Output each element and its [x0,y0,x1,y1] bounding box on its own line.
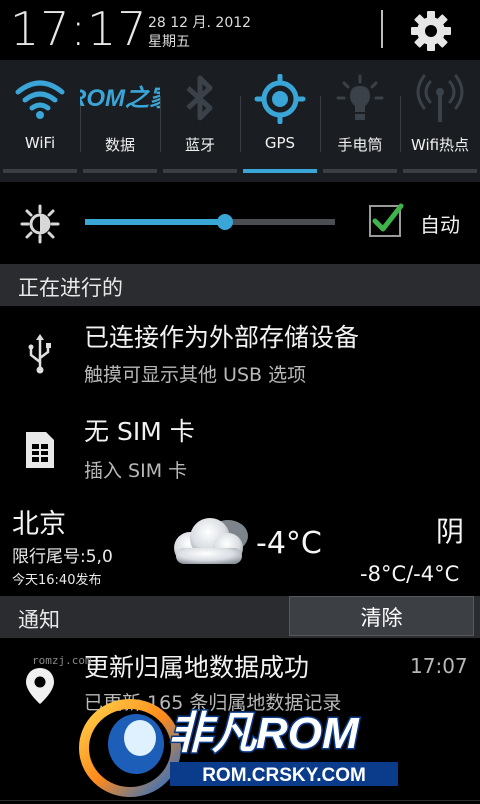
section-title: 通知 [18,608,60,632]
rom-logo-text: ROM之家 [80,85,160,112]
toggle-label: GPS [264,134,296,152]
toggle-gps[interactable]: GPS [240,60,320,182]
watermark-logo: 非凡ROM ROM.CRSKY.COM [78,692,408,800]
ongoing-section-header: 正在进行的 [0,264,480,306]
notifications-section-header: 通知 清除 [0,596,480,638]
brightness-icon [20,204,60,244]
weekday-text: 星期五 [148,34,190,50]
auto-brightness-label: 自动 [420,213,460,237]
toggle-wifi-hotspot[interactable]: Wifi热点 [400,60,480,182]
toggle-indicator-off [403,169,477,173]
weather-city: 北京 [12,509,66,540]
brightness-slider-fill [85,219,225,225]
weather-temp-range: -8°C/-4°C [360,562,460,586]
auto-brightness-checkbox[interactable] [368,202,404,238]
notification-title: 更新归属地数据成功 [84,653,310,682]
toggle-flashlight[interactable]: 手电筒 [320,60,400,182]
toggle-data[interactable]: ROM之家 数据 [69,60,177,182]
logo-url-text: ROM.CRSKY.COM [202,765,366,786]
flashlight-icon [320,74,400,124]
quick-toggles-panel: WiFi ROM之家 数据 蓝牙 [0,60,480,182]
toggle-label: 数据 [104,136,135,154]
sim-card-icon [18,428,62,472]
notification-subtitle: 触摸可显示其他 USB 选项 [84,364,307,386]
notification-time: 17:07 [410,654,468,678]
notification-usb[interactable]: 已连接作为外部存储设备 触摸可显示其他 USB 选项 [0,306,480,403]
toggle-bluetooth[interactable]: 蓝牙 [160,60,240,182]
weather-condition: 阴 [436,515,465,548]
toggle-indicator-on [3,169,77,173]
cloud-icon [166,506,256,578]
toggle-label: Wifi热点 [410,136,470,154]
brightness-slider-thumb[interactable] [217,214,233,230]
watermark-text: romzj.com [32,654,92,667]
weather-traffic-limit: 限行尾号:5,0 [12,547,113,567]
weather-temperature: -4°C [256,526,322,561]
toggle-indicator-on [243,169,317,173]
brightness-row: 自动 [0,182,480,264]
rom-logo-icon: ROM之家 [69,74,177,124]
date-text: 28 12 月. 2012 [148,15,252,31]
toggle-indicator-off [323,169,397,173]
clock: 17:17 [10,2,148,56]
header-divider [381,10,383,48]
gps-icon [240,73,320,125]
bluetooth-icon [160,74,240,124]
toggle-indicator-off [163,169,237,173]
location-pin-icon [18,664,62,708]
logo-main-text: 非凡ROM [168,709,360,758]
toggle-label: 蓝牙 [184,136,215,154]
wifi-icon [0,74,80,124]
toggle-wifi[interactable]: WiFi [0,60,80,182]
notification-subtitle: 插入 SIM 卡 [84,460,188,482]
notification-title: 已连接作为外部存储设备 [84,323,360,352]
weather-widget[interactable]: 北京 限行尾号:5,0 今天16:40发布 -4°C 阴 -8°C/-4°C [0,498,480,596]
notification-title: 无 SIM 卡 [84,417,195,446]
toggle-indicator-off [83,169,157,173]
usb-icon [18,332,62,376]
clear-button[interactable]: 清除 [289,596,474,636]
section-title: 正在进行的 [18,276,123,300]
settings-gear-icon[interactable] [408,8,454,54]
toggle-label: WiFi [24,134,56,152]
toggle-label: 手电筒 [337,136,383,154]
clear-button-label: 清除 [360,606,403,630]
wifi-hotspot-icon [400,74,480,124]
weather-published-time: 今天16:40发布 [12,573,102,588]
notification-sim[interactable]: 无 SIM 卡 插入 SIM 卡 [0,402,480,499]
